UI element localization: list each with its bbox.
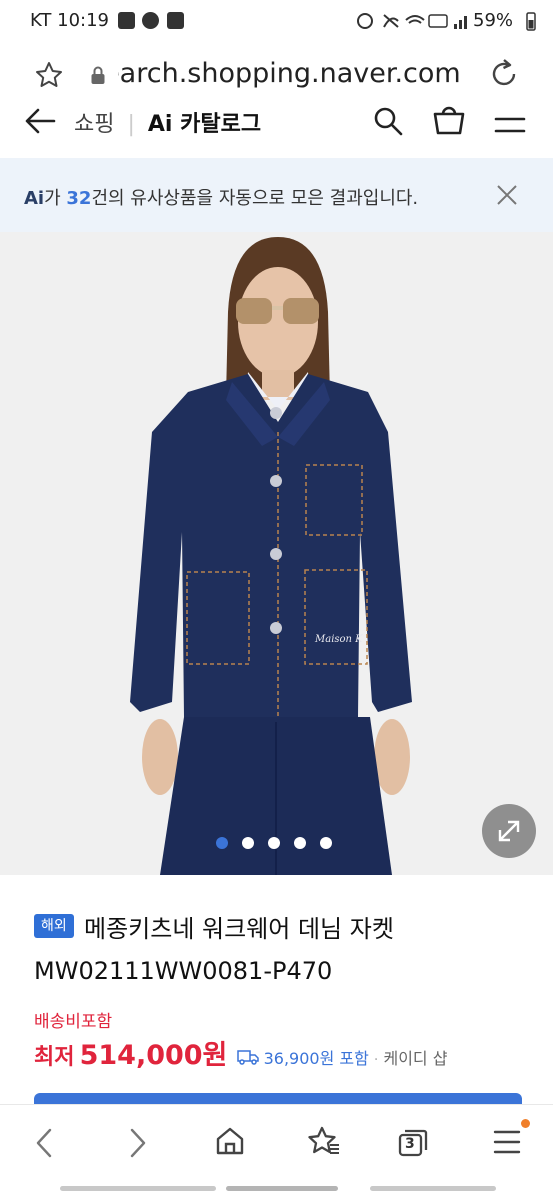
system-status-icons (357, 13, 448, 29)
catalog-title: Ai 카탈로그 (147, 112, 262, 137)
battery-icon (526, 12, 536, 31)
more-menu-icon[interactable] (492, 1127, 522, 1157)
ai-badge: Ai (24, 188, 45, 209)
bookmark-star-icon[interactable] (34, 60, 64, 90)
back-arrow-icon[interactable] (24, 106, 56, 136)
carousel-dot[interactable] (242, 837, 254, 849)
notification-dot (521, 1119, 530, 1128)
overseas-badge: 해외 (34, 914, 74, 938)
cart-icon[interactable] (432, 106, 466, 136)
expand-image-button[interactable] (482, 804, 536, 858)
product-title[interactable]: 메종키츠네 워크웨어 데님 자켓 MW02111WW0081-P470 (34, 908, 524, 992)
search-icon[interactable] (372, 106, 404, 136)
header-separator: | (127, 112, 135, 137)
lowest-price: 514,000원 (79, 1040, 228, 1071)
seller-name[interactable]: 케이디 샵 (383, 1049, 447, 1068)
similar-count: 32 (66, 188, 92, 209)
shipping-included-label: 배송비포함 (34, 1012, 113, 1032)
expand-icon (498, 820, 520, 842)
ai-text-pre: 가 (44, 188, 67, 209)
gesture-bar-left (60, 1186, 216, 1191)
close-icon[interactable] (496, 184, 518, 206)
status-time: KT 10:19 (30, 10, 109, 31)
check-icon (167, 12, 184, 29)
svg-text:Maison K: Maison K (314, 634, 363, 645)
lock-icon (91, 66, 105, 84)
ai-text-post: 건의 유사상품을 자동으로 모은 결과입니다. (91, 188, 419, 209)
nav-back-icon[interactable] (32, 1127, 56, 1159)
battery-level: 59% (473, 10, 514, 31)
home-icon[interactable] (214, 1125, 246, 1157)
separator-dot: · (373, 1052, 379, 1068)
favorites-star-icon[interactable] (306, 1125, 340, 1157)
price-row: 최저 514,000원 36,900원 포함 · 케이디 샵 (34, 1033, 447, 1072)
gesture-bar-right (370, 1186, 496, 1191)
delivery-truck-icon (236, 1050, 259, 1065)
denim-jacket-photo: Maison K (0, 232, 553, 875)
price-prefix: 최저 (34, 1045, 75, 1070)
ai-banner-text: Ai가 32건의 유사상품을 자동으로 모은 결과입니다. (24, 184, 418, 210)
carousel-dot[interactable] (216, 837, 228, 849)
carousel-dot[interactable] (320, 837, 332, 849)
carousel-dot[interactable] (268, 837, 280, 849)
header-title: 쇼핑 | Ai 카탈로그 (74, 106, 261, 138)
url-text: search.shopping.naver.com (118, 58, 461, 89)
gallery-icon (118, 12, 135, 29)
talk-icon (142, 12, 159, 29)
status-bar: KT 10:19 59% (0, 0, 553, 42)
product-image[interactable]: Maison K (0, 232, 553, 875)
nav-forward-icon[interactable] (126, 1127, 150, 1159)
reload-icon[interactable] (488, 58, 520, 90)
tabs-button[interactable]: 3 (398, 1129, 428, 1157)
menu-icon[interactable] (494, 106, 526, 136)
signal-icon (454, 16, 467, 29)
gesture-bar-center (226, 1186, 338, 1191)
tab-count: 3 (405, 1136, 415, 1152)
carousel-dot[interactable] (294, 837, 306, 849)
shopping-link[interactable]: 쇼핑 (74, 112, 114, 137)
url-field[interactable]: search.shopping.naver.com (118, 54, 473, 98)
shipping-fee: 36,900원 포함 (263, 1049, 369, 1068)
